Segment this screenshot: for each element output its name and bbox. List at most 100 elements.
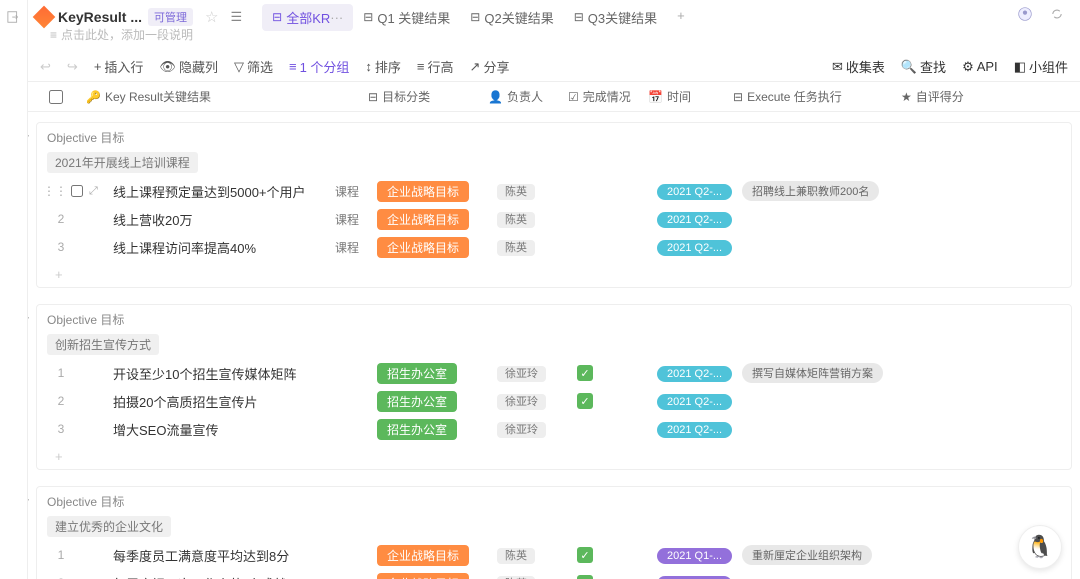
tab-Q2关键结果[interactable]: ⊟Q2关键结果 (460, 4, 563, 31)
cell-kr[interactable]: 线上营收20万 (85, 210, 377, 229)
toolbar-筛选[interactable]: ▽ 筛选 (234, 57, 273, 76)
cell-course: 课程 (335, 211, 385, 228)
sync-icon[interactable] (1050, 7, 1070, 27)
cell-category[interactable]: 招生办公室 (377, 419, 497, 440)
star-icon[interactable]: ☆ (205, 8, 218, 26)
cell-execute[interactable]: 撰写自媒体矩阵营销方案 (742, 363, 910, 383)
cell-kr[interactable]: 每周庆祝一次工作上的"小成就" (85, 574, 377, 579)
menu-icon[interactable]: ☰ (230, 9, 242, 25)
cell-owner[interactable]: 陈英 (497, 183, 577, 199)
toolbar-插入行[interactable]: + 插入行 (94, 57, 144, 76)
cell-time[interactable]: 2021 Q1-... (657, 547, 742, 564)
cell-category[interactable]: 企业战略目标 (377, 545, 497, 566)
row-index: 3 (37, 422, 85, 436)
table-row[interactable]: 1开设至少10个招生宣传媒体矩阵招生办公室徐亚玲✓2021 Q2-...撰写自媒… (37, 359, 1071, 387)
cell-owner[interactable]: 陈英 (497, 547, 577, 563)
group-header[interactable]: ▼Objective 目标 (37, 487, 1071, 516)
cell-category[interactable]: 招生办公室 (377, 391, 497, 412)
cell-kr[interactable]: 拍摄20个高质招生宣传片 (85, 392, 377, 411)
toolbar: ↩ ↪ + 插入行 👁 隐藏列 ▽ 筛选 ≡ 1 个分组 ↕ 排序 ≡ 行高 ↗ 分享 ✉ … (28, 52, 1080, 82)
toolbar-隐藏列[interactable]: 👁 隐藏列 (159, 57, 218, 76)
cell-owner[interactable]: 陈英 (497, 575, 577, 579)
expand-icon[interactable] (5, 8, 23, 26)
toolbar-分享[interactable]: ↗ 分享 (470, 57, 510, 76)
table-row[interactable]: 1每季度员工满意度平均达到8分企业战略目标陈英✓2021 Q1-...重新厘定企… (37, 541, 1071, 569)
table-row[interactable]: 2拍摄20个高质招生宣传片招生办公室徐亚玲✓2021 Q2-... (37, 387, 1071, 415)
table-row[interactable]: 2每周庆祝一次工作上的"小成就"企业战略目标陈英✓2021 Q1-... (37, 569, 1071, 579)
subtitle-icon: ≡ (50, 28, 57, 42)
page-title: KeyResult ... (58, 9, 142, 25)
add-row[interactable]: + (37, 261, 1071, 287)
col-score[interactable]: ★ 自评得分 (901, 88, 1080, 105)
table-row[interactable]: 2线上营收20万课程企业战略目标陈英 2021 Q2-... (37, 205, 1071, 233)
cell-owner[interactable]: 徐亚玲 (497, 421, 577, 437)
cell-time[interactable]: 2021 Q1-... (657, 575, 742, 579)
col-done[interactable]: ☑ 完成情况 (568, 88, 648, 105)
cell-done[interactable]: ✓ (577, 393, 657, 410)
objective-tag[interactable]: 建立优秀的企业文化 (47, 516, 171, 537)
back-icon[interactable]: ↩ (40, 59, 51, 75)
mascot-icon[interactable]: 🐧 (1018, 525, 1062, 569)
toolbar-1 个分组[interactable]: ≡ 1 个分组 (289, 57, 349, 76)
row-index: 3 (37, 240, 85, 254)
table-row[interactable]: 3线上课程访问率提高40%课程企业战略目标陈英2021 Q2-... (37, 233, 1071, 261)
cell-owner[interactable]: 陈英 (497, 239, 577, 255)
cell-owner[interactable]: 陈英 (497, 211, 577, 227)
add-tab[interactable]: + (667, 4, 695, 31)
objective-tag[interactable]: 创新招生宣传方式 (47, 334, 159, 355)
cell-owner[interactable]: 徐亚玲 (497, 365, 577, 381)
expand-row-icon[interactable]: ⤢ (89, 185, 98, 198)
row-handle[interactable]: ⋮⋮ (37, 184, 85, 198)
cell-category[interactable]: 企业战略目标 (377, 573, 497, 579)
cell-category[interactable]: 招生办公室 (377, 363, 497, 384)
group: ▼Objective 目标2021年开展线上培训课程 ⋮⋮ ⤢线上课程预定量达到5… (36, 122, 1072, 288)
cell-kr[interactable]: 线上课程访问率提高40% (85, 238, 377, 257)
cell-execute[interactable]: 招聘线上兼职教师200名 (742, 181, 910, 201)
group-header[interactable]: ▼Objective 目标 (37, 123, 1071, 152)
cell-category[interactable]: 企业战略目标 (377, 209, 497, 230)
cell-done[interactable]: ✓ (577, 365, 657, 382)
tab-Q1 关键结果[interactable]: ⊟Q1 关键结果 (353, 4, 460, 31)
cell-time[interactable]: 2021 Q2-... (657, 365, 742, 382)
cell-kr[interactable]: 开设至少10个招生宣传媒体矩阵 (85, 364, 377, 383)
toolbar-排序[interactable]: ↕ 排序 (365, 57, 401, 76)
cell-time[interactable]: 2021 Q2-... (657, 239, 742, 256)
cell-owner[interactable]: 徐亚玲 (497, 393, 577, 409)
group-header[interactable]: ▼Objective 目标 (37, 305, 1071, 334)
cell-kr[interactable]: 增大SEO流量宣传 (85, 420, 377, 439)
col-category[interactable]: ⊟ 目标分类 (368, 88, 488, 105)
table-body: ▼Objective 目标2021年开展线上培训课程⋮⋮ ⤢线上课程预定量达到5… (28, 112, 1080, 579)
col-owner[interactable]: 👤 负责人 (488, 88, 568, 105)
table-row[interactable]: ⋮⋮ ⤢线上课程预定量达到5000+个用户课程企业战略目标陈英2021 Q2-.… (37, 177, 1071, 205)
table-row[interactable]: 3增大SEO流量宣传招生办公室徐亚玲 2021 Q2-... (37, 415, 1071, 443)
cell-done[interactable]: ✓ (577, 575, 657, 579)
cell-category[interactable]: 企业战略目标 (377, 237, 497, 258)
toolbar-行高[interactable]: ≡ 行高 (417, 57, 454, 76)
add-row[interactable]: + (37, 443, 1071, 469)
cell-category[interactable]: 企业战略目标 (377, 181, 497, 202)
select-all[interactable] (49, 90, 63, 104)
toolbar-收集表[interactable]: ✉ 收集表 (832, 57, 885, 76)
col-execute[interactable]: ⊟ Execute 任务执行 (733, 88, 901, 105)
avatar-icon[interactable] (1018, 7, 1038, 27)
toolbar-查找[interactable]: 🔍 查找 (901, 57, 946, 76)
tab-Q3关键结果[interactable]: ⊟Q3关键结果 (564, 4, 667, 31)
subtitle[interactable]: ≡ 点击此处，添加一段说明 (50, 26, 193, 43)
cell-time[interactable]: 2021 Q2-... (657, 393, 742, 410)
tab-全部KR[interactable]: ⊟全部KR ··· (262, 4, 353, 31)
toolbar-小组件[interactable]: ◧ 小组件 (1014, 57, 1068, 76)
cell-kr[interactable]: 每季度员工满意度平均达到8分 (85, 546, 377, 565)
objective-tag[interactable]: 2021年开展线上培训课程 (47, 152, 198, 173)
cell-execute[interactable]: 重新厘定企业组织架构 (742, 545, 910, 565)
cell-done[interactable]: ✓ (577, 547, 657, 564)
cell-time[interactable]: 2021 Q2-... (657, 421, 742, 438)
cell-time[interactable]: 2021 Q2-... (657, 211, 742, 228)
cell-time[interactable]: 2021 Q2-... (657, 183, 742, 200)
col-kr[interactable]: 🔑 Key Result关键结果 (76, 88, 368, 105)
manage-tag[interactable]: 可管理 (148, 8, 193, 26)
forward-icon[interactable]: ↪ (67, 59, 78, 75)
col-time[interactable]: 📅 时间 (648, 88, 733, 105)
row-index: 2 (37, 212, 85, 226)
toolbar-API[interactable]: ⚙ API (962, 57, 998, 76)
cell-kr[interactable]: 线上课程预定量达到5000+个用户 (85, 182, 377, 201)
